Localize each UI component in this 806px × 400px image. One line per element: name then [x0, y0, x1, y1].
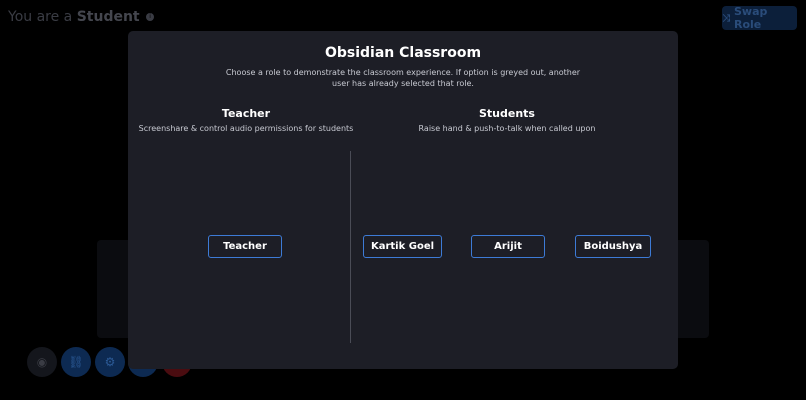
- student-role-button-kartik-goel[interactable]: Kartik Goel: [363, 235, 442, 258]
- camera-icon[interactable]: ◉: [27, 347, 57, 377]
- role-selection-modal: Obsidian Classroom Choose a role to demo…: [128, 31, 678, 369]
- teacher-subtitle: Screenshare & control audio permissions …: [138, 124, 354, 133]
- swap-role-button[interactable]: ⤨ Swap Role: [722, 5, 797, 31]
- app-root: You are a Student i ⤨ Swap Role ◉ ⛓ ⚙ Ob…: [0, 0, 806, 400]
- role-prefix: You are a: [8, 9, 77, 25]
- student-role-button-arijit[interactable]: Arijit: [471, 235, 545, 258]
- students-heading: Students: [479, 107, 535, 120]
- teacher-role-button[interactable]: Teacher: [208, 235, 282, 258]
- swap-role-label: Swap Role: [734, 5, 768, 31]
- role-indicator: You are a Student i: [8, 9, 155, 25]
- students-subtitle: Raise hand & push-to-talk when called up…: [418, 124, 596, 133]
- shuffle-icon: ⤨: [722, 12, 730, 24]
- gear-icon[interactable]: ⚙: [95, 347, 125, 377]
- modal-description: Choose a role to demonstrate the classro…: [225, 68, 581, 88]
- teacher-heading: Teacher: [221, 107, 271, 120]
- student-role-button-boidushya[interactable]: Boidushya: [575, 235, 651, 258]
- info-icon[interactable]: i: [146, 13, 155, 21]
- modal-title: Obsidian Classroom: [324, 45, 482, 61]
- column-divider: [350, 151, 351, 343]
- role-name: Student: [76, 9, 140, 25]
- link-icon[interactable]: ⛓: [61, 347, 91, 377]
